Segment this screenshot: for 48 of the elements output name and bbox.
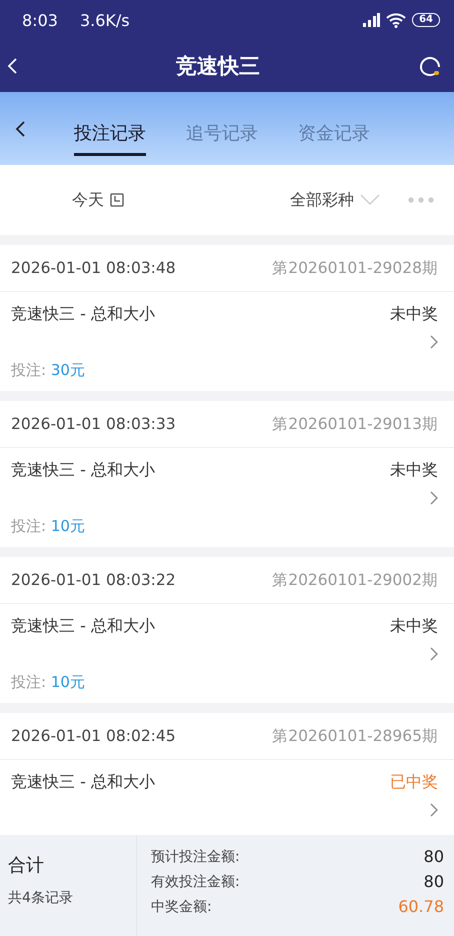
result-status: 未中奖 [390,304,438,325]
chevron-icon[interactable] [430,647,438,661]
lottery-name: 竞速快三 - 总和大小 [11,616,155,637]
bet-amount: 投注: 30元 [11,361,86,380]
back-icon[interactable] [14,120,26,138]
record-count: 共4条记录 [8,889,74,907]
period-number: 第20260101-28965期 [272,726,438,746]
headset-icon[interactable] [418,54,442,78]
summary-value: 80 [424,872,444,891]
clock: 8:03 [22,10,58,30]
bet-time: 2026-01-01 08:03:33 [11,415,176,433]
wifi-icon [386,12,406,28]
result-status: 已中奖 [390,772,438,793]
chevron-icon[interactable] [430,335,438,349]
chevron-icon[interactable] [430,491,438,505]
period-number: 第20260101-29028期 [272,258,438,278]
summary-value: 60.78 [398,897,444,916]
period-number: 第20260101-29002期 [272,570,438,590]
summary-label: 中奖金额: [151,898,212,916]
chevron-icon[interactable] [430,803,438,817]
calendar-icon [110,193,124,207]
signal-icon [362,13,380,27]
summary-label: 有效投注金额: [151,872,240,890]
result-status: 未中奖 [390,460,438,481]
lottery-name: 竞速快三 - 总和大小 [11,460,155,481]
date-filter[interactable]: 今天 [72,190,124,210]
summary-title: 合计 [8,854,45,877]
lottery-name: 竞速快三 - 总和大小 [11,304,155,325]
network-speed: 3.6K/s [80,10,130,30]
period-number: 第20260101-29013期 [272,414,438,434]
summary-label: 预计投注金额: [151,848,240,866]
bet-time: 2026-01-01 08:02:45 [11,727,176,745]
summary-value: 80 [424,847,444,866]
tab[interactable]: 投注记录 [74,113,146,156]
page-title: 竞速快三 [176,53,260,80]
record-card[interactable]: 2026-01-01 08:02:45 第20260101-28965期 竞速快三 - 总和大小 已中奖 [0,713,454,835]
record-card[interactable]: 2026-01-01 08:03:33 第20260101-29013期 竞速快三 - 总和大小 未中奖 投注: 10元 [0,401,454,547]
lottery-filter[interactable]: 全部彩种 [290,190,380,210]
bet-amount: 投注: 10元 [11,673,86,692]
dropdown-caret-icon [360,194,380,206]
record-card[interactable]: 2026-01-01 08:03:48 第20260101-29028期 竞速快三 - 总和大小 未中奖 投注: 30元 [0,245,454,391]
result-status: 未中奖 [390,616,438,637]
battery-icon: 64 [412,13,440,27]
lottery-name: 竞速快三 - 总和大小 [11,772,155,793]
record-card[interactable]: 2026-01-01 08:03:22 第20260101-29002期 竞速快三 - 总和大小 未中奖 投注: 10元 [0,557,454,703]
bet-time: 2026-01-01 08:03:48 [11,259,176,277]
bet-time: 2026-01-01 08:03:22 [11,571,176,589]
bet-amount: 投注: 10元 [11,517,86,536]
